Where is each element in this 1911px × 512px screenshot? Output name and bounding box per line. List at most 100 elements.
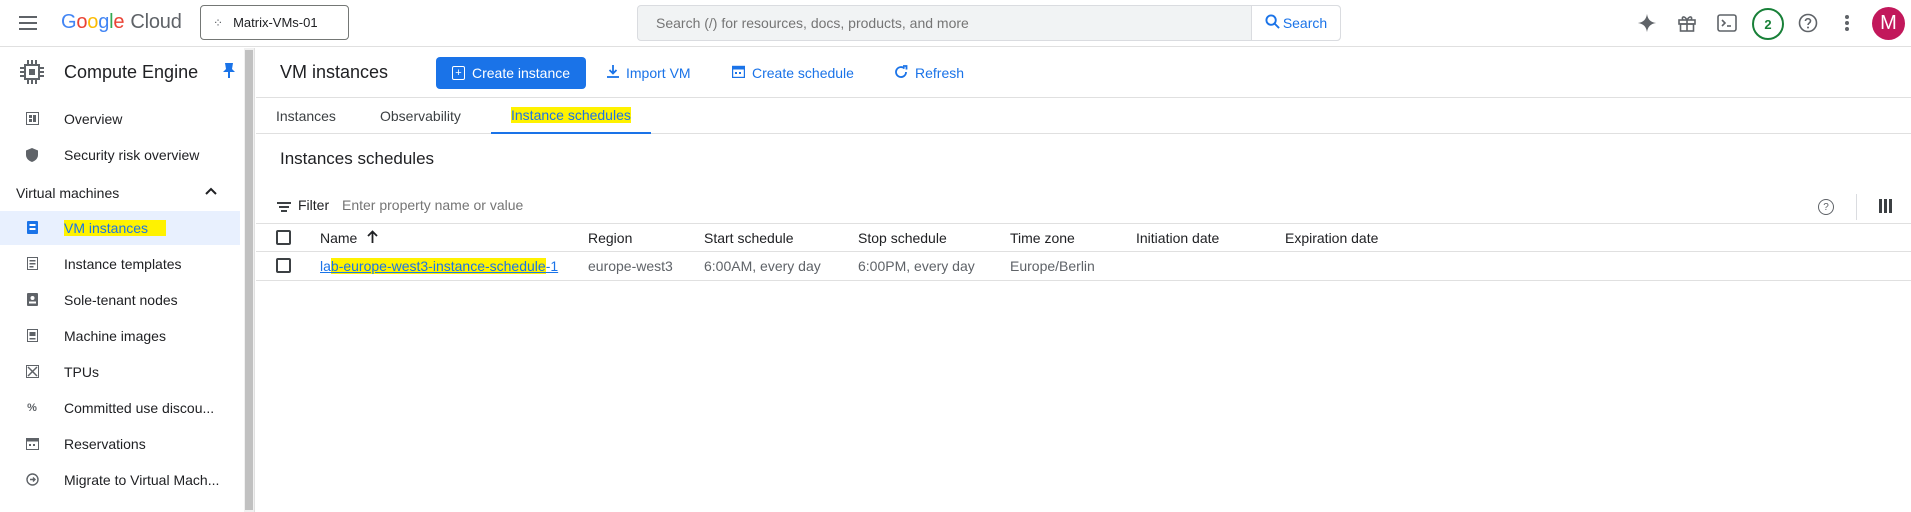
divider [1856,194,1857,220]
create-schedule-label: Create schedule [752,65,854,81]
cell-start-schedule: 6:00AM, every day [704,258,821,274]
filter-label[interactable]: Filter [298,197,329,213]
create-schedule-button[interactable]: Create schedule [731,57,854,89]
tab-label: Observability [380,108,461,124]
column-header-start-schedule[interactable]: Start schedule [704,224,794,252]
filter-icon[interactable] [277,200,291,214]
column-header-region[interactable]: Region [588,224,632,252]
percent-icon: % [27,402,37,414]
cell-time-zone: Europe/Berlin [1010,258,1095,274]
pin-icon[interactable] [223,62,235,81]
sidebar-item-label: Reservations [64,436,146,452]
column-header-name[interactable]: Name [320,224,378,252]
sort-arrow-up-icon[interactable] [367,230,378,246]
row-checkbox[interactable] [276,258,291,273]
sidebar-item-label: Migrate to Virtual Mach... [64,472,220,488]
tab-label: Instance schedules [511,107,631,123]
node-icon [25,293,39,307]
download-icon [607,65,619,81]
import-vm-button[interactable]: Import VM [607,57,691,89]
calendar-icon [731,65,746,81]
sidebar-item-label: Committed use discou... [64,400,215,416]
filter-bar: Filter ? [256,186,1911,226]
select-all-checkbox[interactable] [276,230,291,245]
sidebar-item-reservations[interactable]: Reservations [0,427,240,461]
gemini-sparkle-icon[interactable] [1632,8,1662,38]
create-instance-button[interactable]: + Create instance [436,57,586,89]
sidebar-item-tpus[interactable]: TPUs [0,355,240,389]
calendar-icon [25,437,39,451]
search-button[interactable]: Search [1251,6,1340,40]
sidebar-item-migrate-to-virtual-machines[interactable]: Migrate to Virtual Mach... [0,463,240,497]
sidebar-item-label: Machine images [64,328,166,344]
help-icon[interactable]: ? [1818,199,1834,215]
compute-engine-icon [18,58,46,86]
column-header-stop-schedule[interactable]: Stop schedule [858,224,947,252]
sidebar-item-label: Instance templates [64,256,182,272]
refresh-label: Refresh [915,65,965,81]
filter-input[interactable] [342,194,742,216]
notifications-badge[interactable]: 2 [1752,8,1784,40]
schedule-name-link[interactable]: la b-europe-west3-instance-schedule -1 [320,252,558,280]
sidebar-item-overview[interactable]: Overview [0,102,240,136]
column-header-time-zone[interactable]: Time zone [1010,224,1075,252]
main-menu-icon[interactable] [14,12,42,34]
more-vert-icon[interactable] [1832,8,1862,38]
sidebar-section-virtual-machines[interactable]: Virtual machines [16,185,119,201]
sidebar-item-label: Overview [64,111,123,127]
sidebar-item-instance-templates[interactable]: Instance templates [0,247,240,281]
sidebar-item-label: VM instances [64,220,167,236]
tab-observability[interactable]: Observability [360,98,481,134]
cell-stop-schedule: 6:00PM, every day [858,258,975,274]
refresh-icon [894,64,908,82]
sidebar-title: Compute Engine [64,62,199,82]
logo-product-name: Cloud [130,11,182,33]
logo-google: Google [61,11,125,33]
sidebar-header: Compute Engine [0,48,244,96]
account-avatar[interactable]: M [1872,7,1905,40]
sidebar-item-label: TPUs [64,364,99,380]
tpu-icon [25,365,39,379]
gift-icon[interactable] [1672,8,1702,38]
main-content: VM instances + Create instance Import VM… [256,48,1911,512]
migrate-icon [25,473,39,487]
tab-instance-schedules[interactable]: Instance schedules [491,98,651,134]
project-picker-button[interactable]: ⁘ Matrix-VMs-01 [200,5,349,40]
section-title: Instances schedules [280,149,435,168]
search-button-label: Search [1282,15,1328,31]
tab-instances[interactable]: Instances [256,98,356,134]
vm-icon [25,221,39,235]
project-icon: ⁘ [213,15,224,30]
column-display-icon[interactable] [1879,199,1892,213]
column-header-initiation-date[interactable]: Initiation date [1136,224,1219,252]
table-row: la b-europe-west3-instance-schedule -1 eur… [256,252,1911,281]
scrollbar-thumb[interactable] [245,50,253,510]
import-vm-label: Import VM [626,65,691,81]
sidebar-item-sole-tenant-nodes[interactable]: Sole-tenant nodes [0,283,240,317]
sidebar-item-machine-images[interactable]: Machine images [0,319,240,353]
sidebar-item-committed-use-discounts[interactable]: % Committed use discou... [0,391,240,425]
google-cloud-logo[interactable]: Google Cloud [61,11,182,34]
project-name: Matrix-VMs-01 [233,15,318,30]
help-icon[interactable] [1793,8,1823,38]
image-icon [25,329,39,343]
cloud-shell-icon[interactable] [1712,8,1742,38]
chevron-up-icon[interactable] [205,182,217,198]
search-input[interactable] [638,6,1251,40]
refresh-button[interactable]: Refresh [894,57,964,89]
sidebar-item-label: Security risk overview [64,147,200,163]
column-header-label: Name [320,230,358,246]
top-bar: GoogleCloud ⁘ Matrix-VMs-01 Search 2 M [0,0,1911,47]
schedule-name-highlight: b-europe-west3-instance-schedule [330,258,546,274]
schedule-name-suffix: -1 [545,258,559,274]
column-header-expiration-date[interactable]: Expiration date [1285,224,1378,252]
add-box-icon: + [451,66,465,80]
sidebar-scrollbar[interactable] [244,48,254,512]
tab-label: Instances [276,108,336,124]
sidebar-item-label: Sole-tenant nodes [64,292,178,308]
dashboard-icon [25,112,39,126]
sidebar: Compute Engine Overview Security risk ov… [0,48,255,512]
sidebar-item-security-risk-overview[interactable]: Security risk overview [0,138,240,172]
search-icon [1265,13,1280,33]
sidebar-item-vm-instances[interactable]: VM instances [0,211,240,245]
